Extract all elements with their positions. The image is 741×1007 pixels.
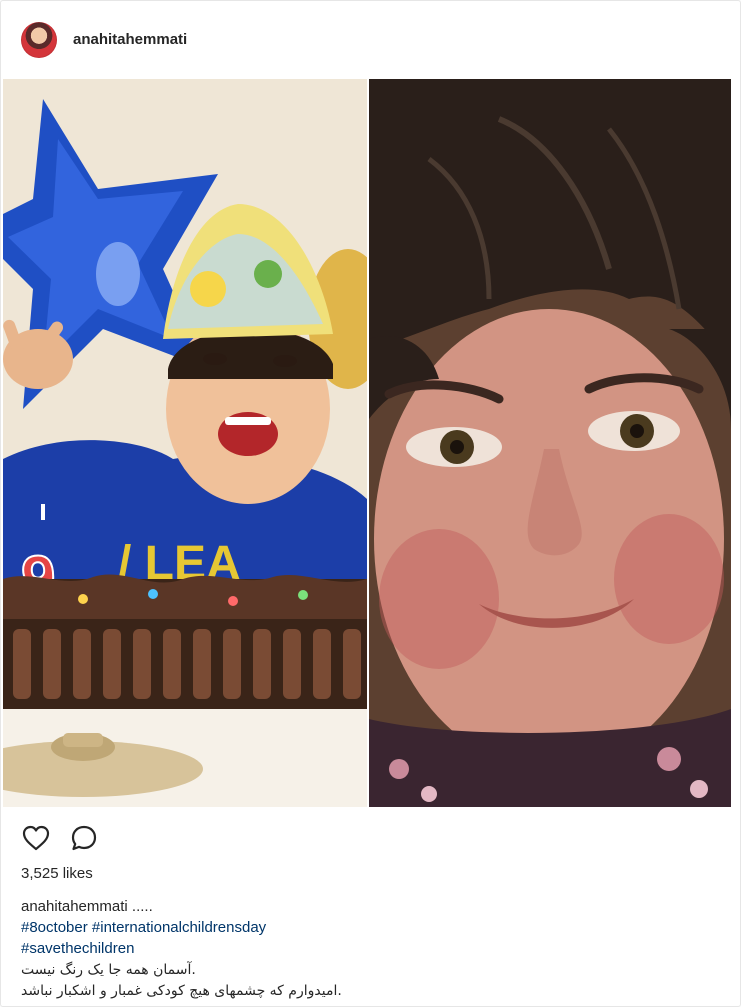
caption-persian-line-2: .امیدوارم که چشمهای هیچ کودکی غمبار و اش… <box>21 983 342 999</box>
avatar[interactable] <box>21 22 57 58</box>
hashtags-line-1: #8october #internationalchildrensday <box>21 918 721 939</box>
caption-persian-line-1: .آسمان همه جا یک رنگ نیست <box>21 962 196 978</box>
post-caption: anahitahemmati ..... #8october #internat… <box>21 897 721 1002</box>
post-username[interactable]: anahitahemmati <box>73 31 187 48</box>
likes-count[interactable]: 3,525 likes <box>21 865 93 882</box>
hashtag-8october[interactable]: #8october <box>21 919 88 936</box>
boy-birthday-photo: / LEA 9 <box>3 79 367 807</box>
post-media[interactable]: / LEA 9 <box>1 79 740 809</box>
caption-first-line: anahitahemmati ..... <box>21 897 721 918</box>
hashtag-internationalchildrensday[interactable]: #internationalchildrensday <box>92 919 266 936</box>
post-actions <box>1 813 740 863</box>
comment-icon <box>71 825 97 851</box>
instagram-post: anahitahemmati / LEA 3,525 likes anahita… <box>0 0 741 1007</box>
comment-button[interactable] <box>69 823 99 853</box>
caption-text: ..... <box>131 898 153 915</box>
girl-portrait-photo <box>369 79 731 807</box>
hashtags-line-2: #savethechildren <box>21 939 721 960</box>
post-header: anahitahemmati <box>1 1 740 80</box>
like-button[interactable] <box>21 823 51 853</box>
hashtag-savethechildren[interactable]: #savethechildren <box>21 940 134 957</box>
caption-username[interactable]: anahitahemmati <box>21 898 128 915</box>
heart-icon <box>22 825 50 851</box>
